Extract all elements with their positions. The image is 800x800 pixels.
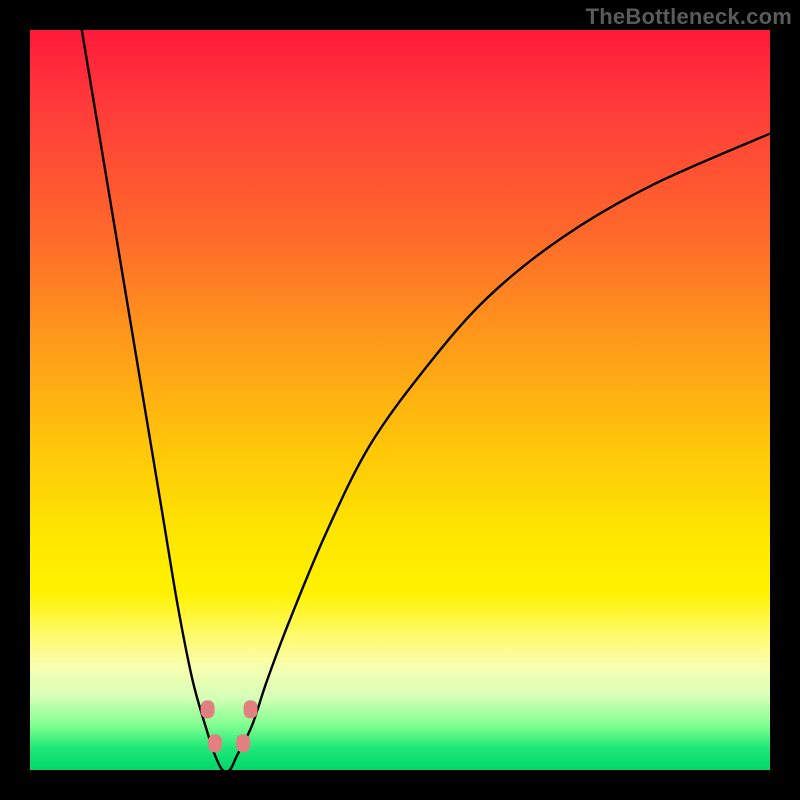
curve-path bbox=[82, 30, 770, 770]
curve-marker bbox=[201, 700, 215, 718]
chart-plot-area bbox=[30, 30, 770, 770]
watermark-label: TheBottleneck.com bbox=[586, 4, 792, 30]
curve-marker bbox=[208, 734, 222, 752]
curve-markers bbox=[201, 700, 258, 752]
curve-marker bbox=[236, 734, 250, 752]
bottleneck-curve bbox=[30, 30, 770, 770]
curve-marker bbox=[244, 700, 258, 718]
